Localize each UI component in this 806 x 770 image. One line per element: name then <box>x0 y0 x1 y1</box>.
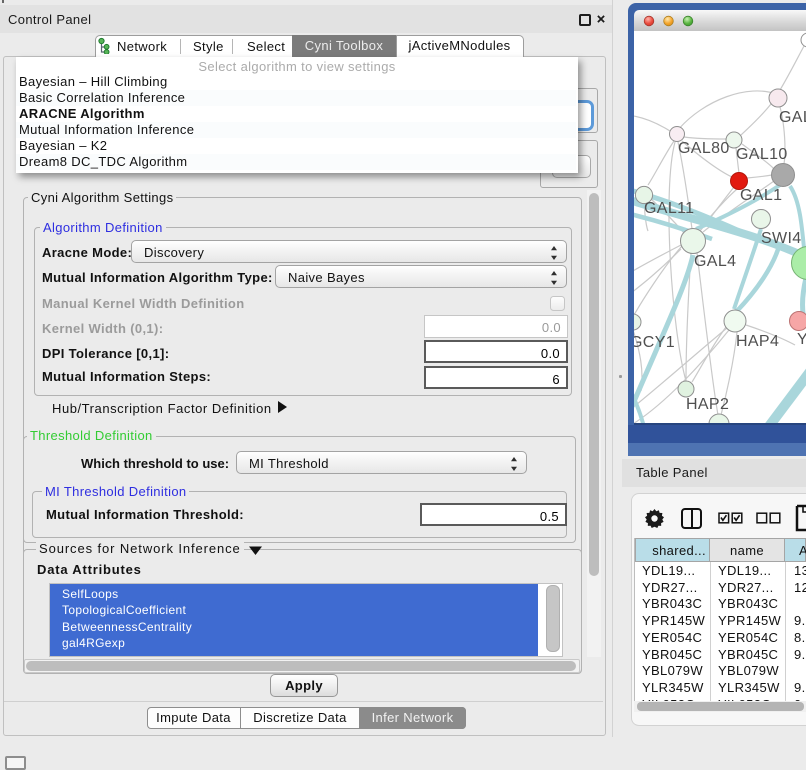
svg-text:Y: Y <box>797 331 806 348</box>
svg-text:GAL80: GAL80 <box>678 140 730 157</box>
svg-text:SWI4: SWI4 <box>761 230 802 247</box>
svg-text:GAL11: GAL11 <box>644 200 694 217</box>
svg-text:GAL4: GAL4 <box>694 253 736 270</box>
svg-text:GAL1: GAL1 <box>740 187 782 204</box>
svg-text:GAL7: GAL7 <box>779 109 806 126</box>
svg-text:GCY1: GCY1 <box>634 334 675 351</box>
svg-text:GAL10: GAL10 <box>736 146 788 163</box>
svg-text:HAP4: HAP4 <box>736 333 779 350</box>
svg-text:HAP2: HAP2 <box>686 396 729 413</box>
